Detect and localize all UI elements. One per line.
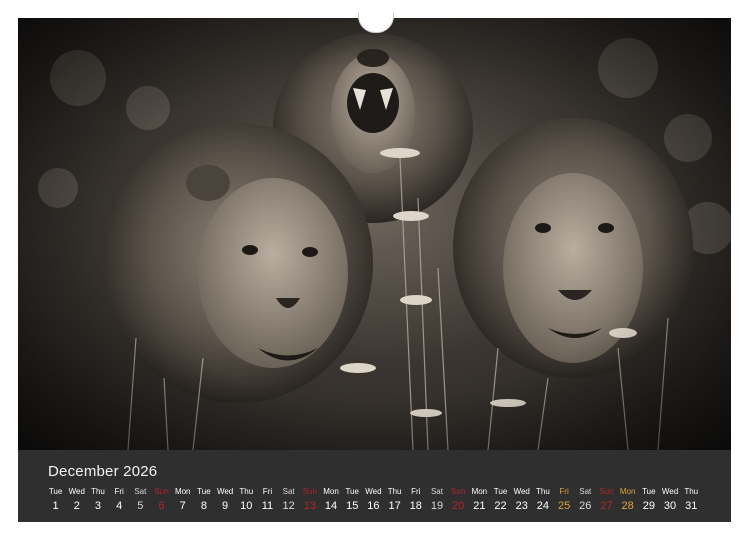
- weekday-label: Tue: [493, 487, 508, 496]
- date-cell: 5: [137, 500, 144, 512]
- date-cell: 12: [282, 500, 295, 512]
- date-row: 1 2 3 4 5 6 7 8 9 10 11 12 13 14 15 16 17 18 19 20 21 22 23 24 2…: [45, 500, 702, 512]
- date-cell: 25: [557, 500, 571, 512]
- date-cell: 20: [452, 500, 465, 512]
- weekday-label: Tue: [345, 487, 359, 496]
- weekday-label: Fri: [411, 487, 421, 496]
- date-cell: 23: [515, 500, 528, 512]
- date-cell: 13: [303, 500, 316, 512]
- lions-illustration: [18, 18, 731, 450]
- weekday-label: Thu: [387, 487, 402, 496]
- date-cell: 1: [52, 500, 59, 512]
- date-cell: 14: [324, 500, 338, 512]
- weekday-label: Fri: [114, 487, 124, 496]
- weekday-label: Sat: [579, 487, 592, 496]
- date-cell: 21: [473, 500, 486, 512]
- weekday-label: Fri: [262, 487, 273, 496]
- weekday-label: Sat: [282, 487, 295, 496]
- date-cell: 2: [73, 500, 80, 512]
- weekday-label: Tue: [197, 487, 211, 496]
- date-cell: 16: [367, 500, 380, 512]
- weekday-label: Thu: [684, 487, 699, 496]
- date-cell: 17: [388, 500, 401, 512]
- weekday-label: Sun: [599, 487, 614, 496]
- date-cell: 3: [94, 500, 102, 512]
- weekday-label: Mon: [471, 487, 488, 496]
- lions-photo: [18, 18, 731, 450]
- weekday-row: Tue Wed Thu Fri Sat Sun Mon Tue Wed Thu Fri Sat Sun M…: [45, 487, 702, 496]
- weekday-label: Thu: [536, 487, 550, 496]
- weekday-label: Wed: [513, 487, 530, 496]
- date-cell: 10: [240, 500, 253, 512]
- date-cell: 7: [179, 500, 186, 512]
- date-cell: 15: [346, 500, 359, 512]
- date-cell: 28: [621, 500, 634, 512]
- weekday-label: Thu: [91, 487, 105, 496]
- date-cell: 4: [116, 500, 123, 512]
- weekday-label: Tue: [642, 487, 656, 496]
- weekday-label: Wed: [68, 487, 85, 496]
- weekday-label: Sun: [154, 487, 169, 496]
- weekday-label: Tue: [48, 487, 63, 496]
- date-cell: 19: [430, 500, 444, 512]
- date-cell: 27: [600, 500, 613, 512]
- weekday-label: Mon: [323, 487, 339, 496]
- date-cell: 30: [663, 500, 677, 512]
- date-cell: 22: [494, 500, 507, 512]
- weekday-label: Wed: [365, 487, 382, 496]
- date-cell: 31: [685, 500, 698, 512]
- date-cell: 29: [642, 500, 655, 512]
- weekday-label: Mon: [619, 487, 636, 496]
- date-cell: 11: [261, 500, 274, 512]
- date-cell: 8: [200, 500, 207, 512]
- date-cell: 18: [409, 500, 422, 512]
- weekday-label: Sun: [451, 487, 466, 496]
- weekday-label: Sat: [430, 487, 443, 496]
- date-cell: 26: [579, 500, 592, 512]
- month-title: December 2026: [48, 463, 158, 480]
- weekday-label: Wed: [216, 487, 234, 496]
- weekday-label: Sat: [134, 487, 147, 496]
- date-cell: 9: [222, 500, 229, 512]
- date-cell: 24: [536, 500, 550, 512]
- weekday-label: Mon: [174, 487, 191, 496]
- weekday-label: Thu: [239, 487, 254, 496]
- weekday-label: Fri: [559, 487, 569, 496]
- calendar-strip: December 2026 Tue Wed Thu Fri Sat Sun Mon Tue We…: [18, 450, 731, 522]
- weekday-label: Wed: [661, 487, 679, 496]
- date-cell: 6: [158, 500, 165, 512]
- weekday-label: Sun: [302, 487, 317, 496]
